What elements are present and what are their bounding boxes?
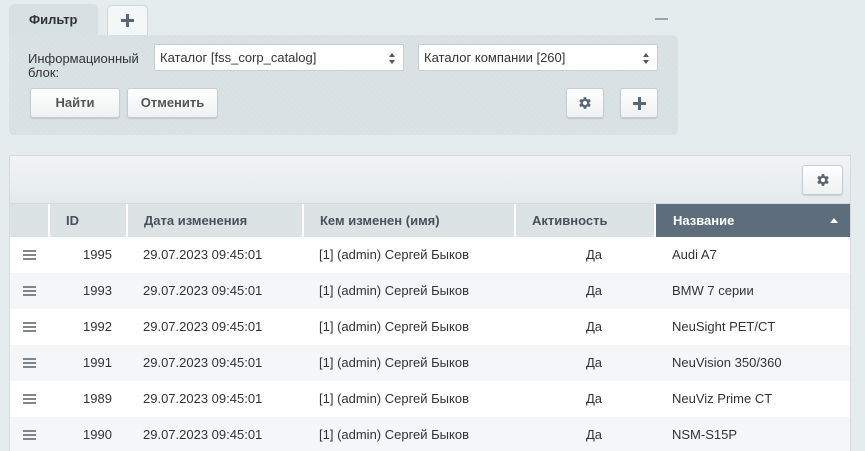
column-header-date[interactable]: Дата изменения <box>128 204 304 237</box>
cell-active: Да <box>586 319 603 334</box>
grid-settings-button[interactable] <box>802 165 843 195</box>
select-arrows-icon <box>643 53 650 64</box>
cell-active: Да <box>586 391 603 406</box>
minimize-icon[interactable] <box>655 18 668 20</box>
cell-id: 1993 <box>83 283 112 298</box>
column-header-label: Кем изменен (имя) <box>320 213 440 228</box>
row-actions-icon[interactable] <box>23 322 36 332</box>
table-row[interactable]: 1993 29.07.2023 09:45:01 [1] (admin) Сер… <box>10 273 850 309</box>
column-header-label: ID <box>66 213 79 228</box>
column-header-label: Дата изменения <box>144 213 248 228</box>
cell-modified-by: [1] (admin) Сергей Быков <box>319 427 469 442</box>
column-header-id[interactable]: ID <box>50 204 128 237</box>
iblock-label: Информационный блок: <box>28 51 139 80</box>
column-header-modified-by[interactable]: Кем изменен (имя) <box>304 204 516 237</box>
cell-modified-by: [1] (admin) Сергей Быков <box>319 391 469 406</box>
cell-date: 29.07.2023 09:45:01 <box>143 355 263 370</box>
cell-modified-by: [1] (admin) Сергей Быков <box>319 283 469 298</box>
cell-date: 29.07.2023 09:45:01 <box>143 247 263 262</box>
iblock-value: Каталог компании [260] <box>424 50 566 65</box>
cell-active: Да <box>586 427 603 442</box>
tab-filter[interactable]: Фильтр <box>9 4 98 36</box>
cell-id: 1989 <box>83 391 112 406</box>
cell-id: 1992 <box>83 319 112 334</box>
grid-toolbar <box>10 156 850 204</box>
cell-date: 29.07.2023 09:45:01 <box>143 427 263 442</box>
cell-name: NeuVision 350/360 <box>672 355 782 370</box>
find-button[interactable]: Найти <box>30 88 120 118</box>
cell-date: 29.07.2023 09:45:01 <box>143 283 263 298</box>
sort-asc-icon <box>830 218 838 223</box>
plus-icon <box>121 14 134 27</box>
cell-id: 1990 <box>83 427 112 442</box>
iblock-type-value: Каталог [fss_corp_catalog] <box>160 50 317 65</box>
column-header-name[interactable]: Название <box>656 204 850 237</box>
cell-active: Да <box>586 247 603 262</box>
cell-name: Audi A7 <box>672 247 717 262</box>
cell-modified-by: [1] (admin) Сергей Быков <box>319 355 469 370</box>
data-grid: ID Дата изменения Кем изменен (имя) Акти… <box>9 155 851 451</box>
row-actions-icon[interactable] <box>23 358 36 368</box>
cell-active: Да <box>586 283 603 298</box>
tab-filter-label: Фильтр <box>29 12 78 27</box>
table-row[interactable]: 1992 29.07.2023 09:45:01 [1] (admin) Сер… <box>10 309 850 345</box>
cell-date: 29.07.2023 09:45:01 <box>143 391 263 406</box>
iblock-type-select[interactable]: Каталог [fss_corp_catalog] <box>154 44 404 71</box>
row-actions-icon[interactable] <box>23 250 36 260</box>
filter-settings-button[interactable] <box>566 88 604 118</box>
cell-id: 1991 <box>83 355 112 370</box>
cell-name: BMW 7 серии <box>672 283 754 298</box>
cell-modified-by: [1] (admin) Сергей Быков <box>319 247 469 262</box>
row-actions-icon[interactable] <box>23 286 36 296</box>
cell-id: 1995 <box>83 247 112 262</box>
cell-date: 29.07.2023 09:45:01 <box>143 319 263 334</box>
cell-name: NSM-S15P <box>672 427 738 442</box>
gear-icon <box>578 96 592 110</box>
grid-header: ID Дата изменения Кем изменен (имя) Акти… <box>10 204 850 237</box>
cell-modified-by: [1] (admin) Сергей Быков <box>319 319 469 334</box>
add-field-button[interactable] <box>620 88 658 118</box>
select-arrows-icon <box>389 53 396 64</box>
column-header-active[interactable]: Активность <box>516 204 656 237</box>
cell-active: Да <box>586 355 603 370</box>
table-row[interactable]: 1989 29.07.2023 09:45:01 [1] (admin) Сер… <box>10 381 850 417</box>
table-row[interactable]: 1990 29.07.2023 09:45:01 [1] (admin) Сер… <box>10 417 850 451</box>
gear-icon <box>816 173 830 187</box>
cell-name: NeuSight PET/CT <box>672 319 776 334</box>
add-filter-tab-button[interactable] <box>107 5 148 35</box>
header-actions-cell <box>10 204 50 237</box>
column-header-label: Активность <box>532 213 608 228</box>
plus-icon <box>633 97 646 110</box>
column-header-label: Название <box>673 213 735 228</box>
cell-name: NeuViz Prime CT <box>672 391 773 406</box>
table-row[interactable]: 1991 29.07.2023 09:45:01 [1] (admin) Сер… <box>10 345 850 381</box>
iblock-select[interactable]: Каталог компании [260] <box>418 44 658 71</box>
table-row[interactable]: 1995 29.07.2023 09:45:01 [1] (admin) Сер… <box>10 237 850 273</box>
row-actions-icon[interactable] <box>23 394 36 404</box>
row-actions-icon[interactable] <box>23 430 36 440</box>
cancel-button[interactable]: Отменить <box>127 88 218 118</box>
